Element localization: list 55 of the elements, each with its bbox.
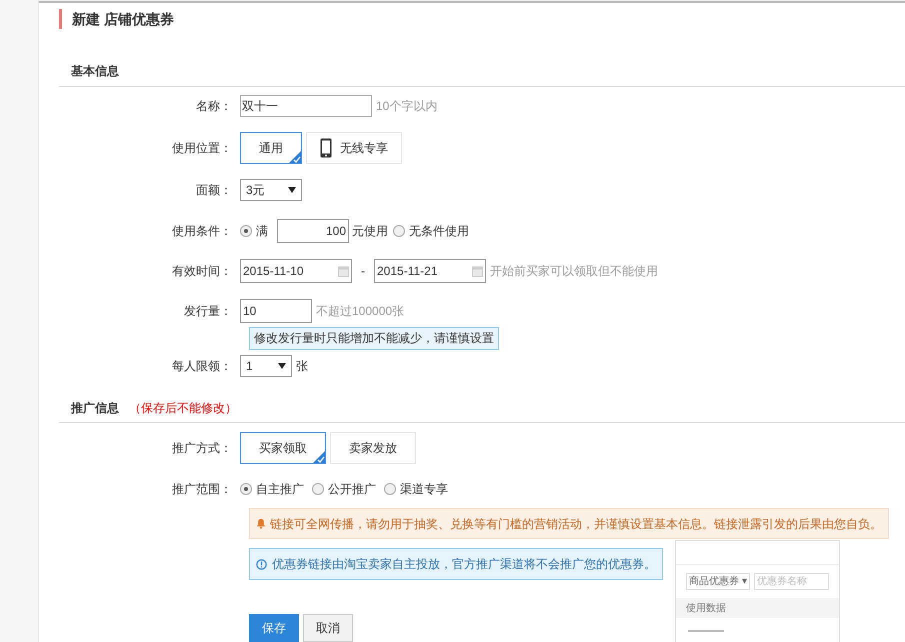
hint-text: 不超过100000张 xyxy=(316,303,404,320)
notice-tooltip: 修改发行量时只能增加不能减少，请谨慎设置 xyxy=(249,327,499,350)
bell-icon xyxy=(256,517,266,530)
option-card[interactable]: 无线专享 xyxy=(306,132,402,164)
date-field[interactable]: 2015-11-21 xyxy=(374,259,486,283)
field-label: 推广范围： xyxy=(172,482,232,496)
field-label: 名称： xyxy=(196,99,232,113)
preview-column-header: 使用数据 xyxy=(686,602,726,616)
calendar-icon xyxy=(472,266,483,276)
radio-button[interactable] xyxy=(312,483,324,495)
hint-text: 10个字以内 xyxy=(376,98,438,115)
radio-label: 公开推广 xyxy=(328,481,376,498)
cancel-button[interactable]: 取消 xyxy=(303,614,353,642)
field-label: 发行量： xyxy=(184,304,232,318)
radio-label: 自主推广 xyxy=(256,481,304,498)
info-message: 优惠券链接由淘宝卖家自主投放，官方推广渠道将不会推广您的优惠券。 xyxy=(272,556,656,573)
name-input[interactable]: 双十一 xyxy=(240,95,372,117)
section-heading: 基本信息 xyxy=(71,64,119,78)
radio-label: 渠道专享 xyxy=(400,481,448,498)
limit-select[interactable]: 1 xyxy=(240,355,292,377)
unit-text: 张 xyxy=(296,358,308,375)
radio-label: 满 xyxy=(256,223,268,240)
page-title: 新建 店铺优惠券 xyxy=(72,10,174,28)
field-label: 使用条件： xyxy=(172,224,232,238)
field-label: 推广方式： xyxy=(172,441,232,455)
field-label: 面额： xyxy=(196,183,232,197)
dropdown-arrow-icon xyxy=(278,363,286,369)
option-card[interactable]: 通用 xyxy=(240,132,302,164)
option-card[interactable]: 买家领取 xyxy=(240,432,326,464)
selected-corner-icon xyxy=(313,451,325,463)
warning-message: 链接可全网传播，请勿用于抽奖、兑换等有门槛的营销活动，并谨慎设置基本信息。链接泄露引发的后果由您自负。 xyxy=(270,516,882,532)
field-label: 有效时间： xyxy=(172,264,232,278)
hint-text: 开始前买家可以领取但不能使用 xyxy=(490,263,658,280)
quantity-input[interactable]: 10 xyxy=(240,299,312,323)
date-field[interactable]: 2015-11-10 xyxy=(240,259,352,283)
selected-corner-icon xyxy=(289,151,301,163)
save-button[interactable]: 保存 xyxy=(249,614,299,642)
warning-note: （保存后不能修改） xyxy=(129,400,237,417)
field-label: 使用位置： xyxy=(172,141,232,155)
radio-button[interactable] xyxy=(240,225,252,237)
amount-select[interactable]: 3元 xyxy=(240,179,302,201)
info-icon xyxy=(256,558,267,570)
unit-text: 元使用 xyxy=(352,223,388,240)
radio-button[interactable] xyxy=(393,225,405,237)
dropdown-arrow-icon xyxy=(288,187,296,193)
radio-label: 无条件使用 xyxy=(409,223,469,240)
field-label: 每人限领： xyxy=(172,359,232,373)
amount-input[interactable]: 100 xyxy=(277,219,349,243)
phone-icon xyxy=(320,138,332,158)
radio-button[interactable] xyxy=(240,483,252,495)
section-heading: 推广信息 xyxy=(71,400,119,417)
separator-text: - xyxy=(361,263,365,280)
calendar-icon xyxy=(338,266,349,276)
option-card[interactable]: 卖家发放 xyxy=(330,432,416,464)
radio-button[interactable] xyxy=(384,483,396,495)
